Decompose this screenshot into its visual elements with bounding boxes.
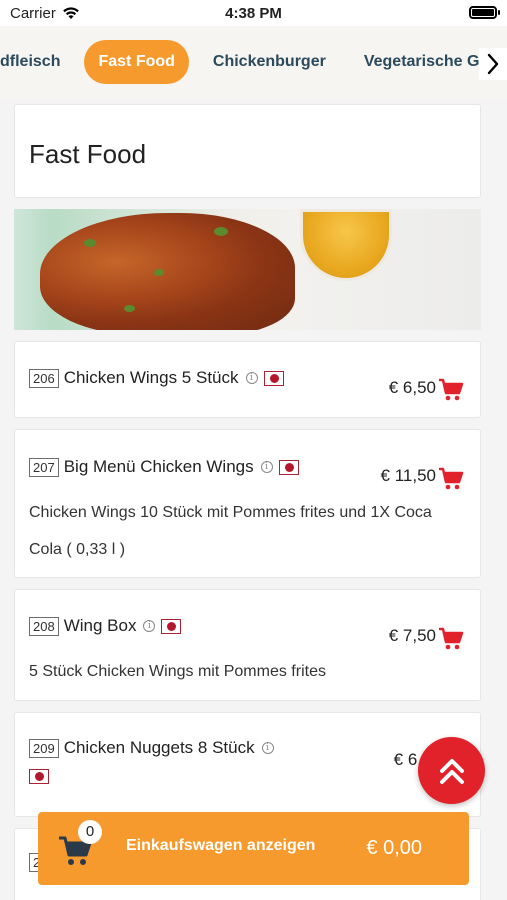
cart-total: € 0,00 [366, 837, 422, 859]
tab-category-rindfleisch[interactable]: dfleisch [0, 40, 74, 84]
herb-garnish [214, 227, 228, 236]
item-number: 207 [29, 457, 59, 477]
item-price: € 6,50 [388, 378, 436, 397]
add-to-cart-icon[interactable] [438, 378, 464, 402]
sauce-bowl-image [300, 209, 392, 281]
item-number: 208 [29, 616, 59, 636]
item-name: Chicken Wings 5 Stück [63, 368, 239, 387]
title-card: Fast Food [14, 104, 481, 198]
add-to-cart-icon[interactable] [438, 467, 464, 491]
view-cart-button[interactable]: 0 Einkaufswagen anzeigen € 0,00 [38, 812, 469, 885]
menu-item-card[interactable]: 207 Big Menü Chicken Wings i € 11,50 Chi… [14, 429, 481, 578]
chicken-wings-image [40, 213, 295, 330]
double-chevron-up-icon [439, 758, 464, 784]
page-title: Fast Food [29, 139, 147, 169]
herb-garnish [124, 305, 135, 312]
status-bar: Carrier 4:38 PM [0, 0, 507, 26]
flag-icon [29, 769, 49, 784]
tab-category-chickenburger[interactable]: Chickenburger [199, 40, 340, 84]
chevron-right-icon[interactable] [479, 48, 507, 80]
scroll-to-top-button[interactable] [418, 737, 485, 804]
item-name: Wing Box [63, 616, 137, 635]
herb-garnish [154, 269, 164, 276]
item-heading: 208 Wing Box i [29, 616, 182, 636]
add-to-cart-icon[interactable] [438, 627, 464, 651]
flag-icon [278, 459, 299, 475]
info-icon[interactable]: i [261, 742, 274, 754]
item-name: Big Menü Chicken Wings [63, 457, 254, 476]
item-heading: 206 Chicken Wings 5 Stück i [29, 368, 284, 388]
menu-item-card[interactable]: 208 Wing Box i € 7,50 5 Stück Chicken Wi… [14, 589, 481, 701]
item-price: € 7,50 [388, 626, 436, 645]
item-name: Chicken Nuggets 8 Stück [63, 738, 255, 757]
flag-icon [161, 618, 182, 634]
item-number: 209 [29, 738, 59, 758]
battery-icon [469, 6, 500, 19]
item-description: Chicken Wings 10 Stück mit Pommes frites… [29, 504, 432, 558]
info-icon[interactable]: i [143, 620, 156, 632]
item-number: 206 [29, 368, 59, 388]
category-banner-image [14, 209, 481, 330]
category-bar[interactable]: dfleisch Fast Food Chickenburger Vegetar… [0, 26, 507, 100]
tab-category-fast-food[interactable]: Fast Food [84, 40, 189, 84]
info-icon[interactable]: i [245, 372, 258, 384]
info-icon[interactable]: i [260, 461, 273, 473]
cart-count-badge: 0 [78, 820, 102, 844]
menu-item-card[interactable]: 209 Chicken Nuggets 8 Stück i € 6, [14, 712, 481, 817]
menu-item-card[interactable]: 206 Chicken Wings 5 Stück i € 6,50 [14, 341, 481, 418]
item-price: € 11,50 [380, 466, 436, 485]
category-track[interactable]: dfleisch Fast Food Chickenburger Vegetar… [0, 40, 507, 84]
flag-icon [263, 370, 284, 386]
herb-garnish [84, 239, 96, 247]
item-heading: 209 Chicken Nuggets 8 Stück i [29, 738, 274, 758]
item-description: 5 Stück Chicken Wings mit Pommes frites [29, 663, 326, 680]
item-heading: 207 Big Menü Chicken Wings i [29, 457, 299, 477]
view-cart-label: Einkaufswagen anzeigen [126, 837, 316, 854]
clock: 4:38 PM [225, 5, 282, 22]
